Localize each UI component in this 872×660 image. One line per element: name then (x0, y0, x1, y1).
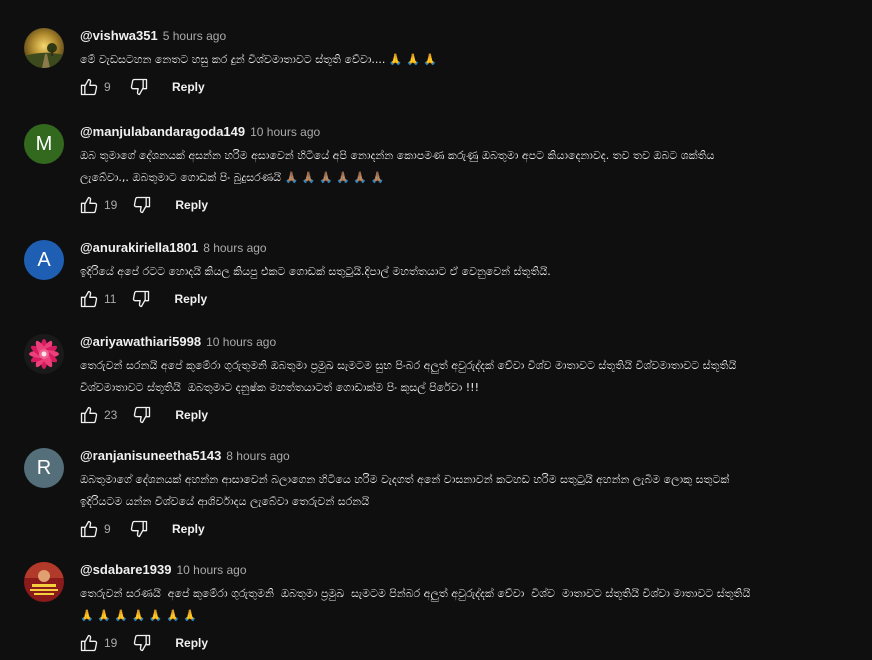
thumbs-up-icon (80, 634, 98, 652)
avatar[interactable]: A (24, 240, 64, 280)
avatar[interactable]: R (24, 448, 64, 488)
like-button[interactable] (76, 631, 102, 655)
thumbs-up-icon (80, 78, 98, 96)
thumbs-down-icon (134, 406, 151, 424)
thumbs-down-icon (134, 196, 151, 214)
thumbs-up-icon (80, 196, 98, 214)
thumbs-down-icon (134, 634, 151, 652)
comment-text: ඔබතුමාගේ දේශනයක් අහන්න ආසාවෙන් බලාගෙන හි… (80, 473, 730, 508)
comment-author[interactable]: @anurakiriella1801 (80, 240, 198, 255)
like-count: 11 (104, 292, 117, 306)
like-button[interactable] (76, 75, 102, 99)
comment-text: ඔබ තුමාගේ දේශනයක් අසන්න හරිම අසාවෙන් හිට… (80, 149, 715, 184)
dislike-button[interactable] (126, 75, 152, 99)
like-count: 19 (104, 198, 118, 212)
like-button[interactable] (76, 403, 102, 427)
avatar-landscape-image (24, 28, 64, 68)
comment-text: මේ වැඩසටහන නෙතට හසු කර දුන් විශ්වමාතාවට … (80, 53, 437, 66)
reply-button[interactable]: Reply (174, 292, 207, 306)
like-count: 9 (104, 80, 111, 94)
dislike-button[interactable] (129, 631, 155, 655)
avatar-letter: M (35, 132, 53, 155)
thumbs-up-icon (80, 406, 98, 424)
comment-timestamp[interactable]: 10 hours ago (250, 125, 320, 139)
comment-actions: 11 Reply (76, 287, 864, 311)
comment-timestamp[interactable]: 5 hours ago (163, 29, 226, 43)
comment-text: තෙරුවන් සරණයි අපේ කුමේරා ගුරුතුමනි ඔබතුම… (80, 587, 751, 622)
reply-button[interactable]: Reply (175, 408, 208, 422)
comment-actions: 9 Reply (76, 517, 864, 541)
comment-actions: 9 Reply (76, 75, 864, 99)
thumbs-up-icon (80, 520, 98, 538)
comment-timestamp[interactable]: 10 hours ago (176, 563, 246, 577)
dislike-button[interactable] (126, 517, 152, 541)
comment-actions: 19 Reply (76, 631, 864, 655)
avatar-letter: A (37, 248, 51, 271)
avatar-flower-image (24, 334, 64, 374)
comment-timestamp[interactable]: 8 hours ago (226, 449, 289, 463)
thumbs-up-icon (80, 290, 98, 308)
like-count: 9 (104, 522, 111, 536)
thumbs-down-icon (133, 290, 150, 308)
reply-button[interactable]: Reply (175, 198, 208, 212)
thumbs-down-icon (130, 520, 148, 538)
comment-author[interactable]: @sdabare1939 (80, 562, 171, 577)
like-button[interactable] (76, 517, 102, 541)
dislike-button[interactable] (129, 403, 155, 427)
comment-author[interactable]: @ariyawathiari5998 (80, 334, 201, 349)
reply-button[interactable]: Reply (172, 522, 205, 536)
dislike-button[interactable] (128, 287, 154, 311)
comments-list: @vishwa351 5 hours ago මේ වැඩසටහන නෙතට හස… (0, 0, 872, 660)
avatar[interactable] (24, 562, 64, 602)
comment-author[interactable]: @vishwa351 (80, 28, 158, 43)
like-button[interactable] (76, 193, 102, 217)
reply-button[interactable]: Reply (175, 636, 208, 650)
thumbs-down-icon (130, 78, 148, 96)
avatar[interactable]: M (24, 124, 64, 164)
comment-text: තෙරුවන් සරනයි අපේ කුමේරා ගුරුතුමනි ඔබතුම… (80, 359, 737, 394)
comment-timestamp[interactable]: 10 hours ago (206, 335, 276, 349)
dislike-button[interactable] (129, 193, 155, 217)
comment-author[interactable]: @manjulabandaragoda149 (80, 124, 245, 139)
comment-timestamp[interactable]: 8 hours ago (203, 241, 266, 255)
like-count: 23 (104, 408, 118, 422)
like-button[interactable] (76, 287, 102, 311)
comment-actions: 19 Reply (76, 193, 864, 217)
avatar[interactable] (24, 334, 64, 374)
avatar-letter: R (36, 456, 52, 479)
comment-author[interactable]: @ranjanisuneetha5143 (80, 448, 221, 463)
reply-button[interactable]: Reply (172, 80, 205, 94)
comment-actions: 23 Reply (76, 403, 864, 427)
avatar[interactable] (24, 28, 64, 68)
comment-text: ඉදිරියේ අපේ රටට හොදයි කියල කියපු එකට ගොඩ… (80, 265, 551, 278)
avatar-photo-image (24, 562, 64, 602)
like-count: 19 (104, 636, 118, 650)
